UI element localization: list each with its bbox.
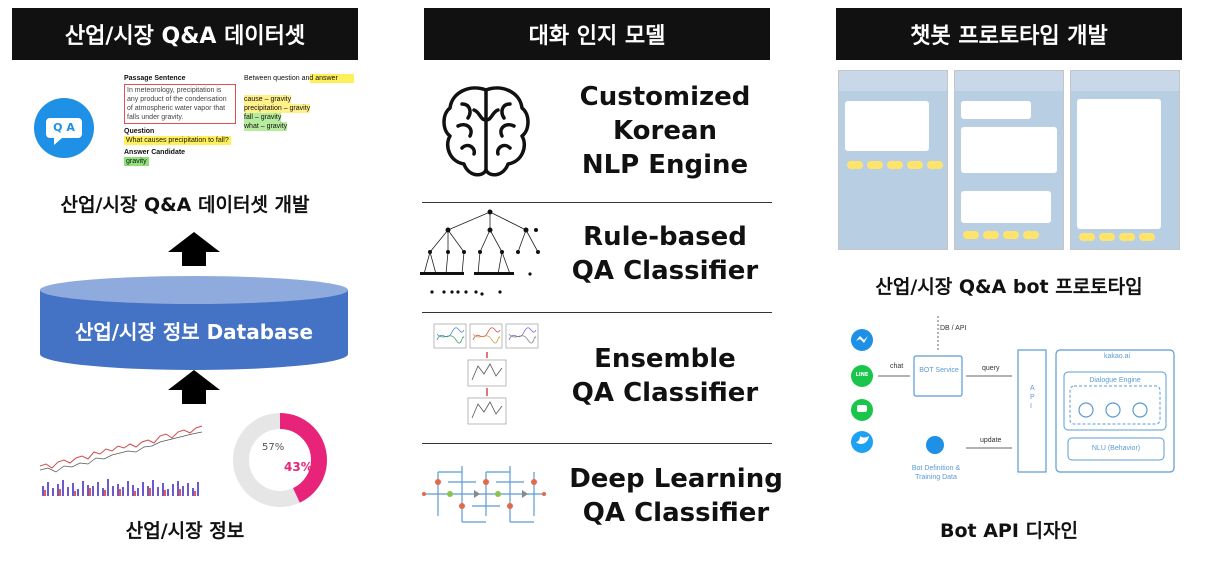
chip (907, 161, 923, 169)
chip (1099, 233, 1115, 241)
model-line: Deep Learning (569, 464, 783, 494)
header-model: 대화 인지 모델 (424, 8, 770, 60)
chip (887, 161, 903, 169)
chat-bubble (961, 101, 1031, 119)
model-line: NLP Engine (581, 150, 749, 180)
chat-label: chat (890, 363, 904, 370)
chip (847, 161, 863, 169)
qa-icon-text: Q A (53, 121, 75, 134)
chip (867, 161, 883, 169)
dialogue-engine-label: Dialogue Engine (1089, 377, 1141, 384)
relation-pair: fall – gravity (244, 113, 282, 122)
model-line: Rule-based (583, 222, 747, 252)
relation-pair: cause – gravity (244, 95, 292, 104)
qa-chat-icon: Q A (34, 98, 94, 158)
header-chatbot-label: 챗봇 프로토타입 개발 (910, 24, 1108, 49)
model-deep-learning: Deep Learning QA Classifier (560, 462, 792, 530)
prototype-caption: 산업/시장 Q&A bot 프로토타입 (875, 276, 1143, 298)
chat-bubble (961, 191, 1051, 223)
info-caption: 산업/시장 정보 (125, 520, 245, 542)
answer-label: Answer Candidate (124, 149, 186, 156)
nlu-label: NLU (Behavior) (1091, 445, 1141, 452)
screen-header (839, 71, 947, 91)
header-chatbot: 챗봇 프로토타입 개발 (836, 8, 1182, 60)
prototype-screen-1 (838, 70, 948, 250)
neural-network-icon (422, 466, 546, 523)
line-icon: LINE (855, 372, 869, 378)
up-arrow-icon (168, 232, 220, 266)
divider (422, 312, 772, 313)
donut-outer-label: 57% (262, 442, 285, 453)
kakao-label: kakao.ai (1103, 353, 1131, 360)
chip (983, 231, 999, 239)
model-line: Korean (612, 116, 718, 146)
update-label: update (980, 437, 1002, 444)
chip (1079, 233, 1095, 241)
brain-icon (442, 86, 530, 177)
query-label: query (982, 365, 1000, 372)
chat-bubble (961, 127, 1057, 173)
prototype-screen-3 (1070, 70, 1180, 250)
relations-bullet: Between question and answer (244, 74, 354, 83)
model-line: QA Classifier (571, 256, 759, 286)
qa-relations: Between question and answer cause – grav… (244, 74, 354, 131)
model-line: Customized (579, 82, 751, 112)
db-api-label: DB / API (940, 325, 967, 332)
relations-list: cause – gravity precipitation – gravity … (244, 95, 354, 131)
decision-tree-icon (420, 209, 540, 296)
divider (422, 443, 772, 444)
question-label: Question (124, 128, 155, 135)
header-dataset-label: 산업/시장 Q&A 데이터셋 (64, 24, 306, 49)
chip (1023, 231, 1039, 239)
qa-example: Passage Sentence In meteorology, precipi… (124, 74, 236, 174)
market-share-donut (233, 413, 327, 507)
bot-definition-label: Bot Definition & Training Data (911, 465, 961, 481)
bot-api-architecture (851, 316, 1175, 473)
model-rule-based: Rule-based QA Classifier (560, 220, 770, 288)
chat-bubble (1077, 99, 1161, 229)
ensemble-icon (433, 323, 539, 425)
passage-text: In meteorology, precipitation is any pro… (124, 84, 236, 124)
chip (1003, 231, 1019, 239)
api-label: A P I (1030, 385, 1035, 410)
model-nlp-engine: Customized Korean NLP Engine (560, 80, 770, 182)
up-arrow-icon (168, 370, 220, 404)
database-label: 산업/시장 정보 Database (74, 320, 314, 344)
model-line: QA Classifier (582, 498, 770, 528)
screen-header (1071, 71, 1179, 91)
bot-service-label: BOT Service (919, 367, 959, 374)
chat-bubble (845, 101, 929, 151)
chip (927, 161, 943, 169)
screen-header (955, 71, 1063, 91)
api-caption: Bot API 디자인 (940, 520, 1078, 542)
model-line: Ensemble (594, 344, 736, 374)
chip (963, 231, 979, 239)
header-dataset: 산업/시장 Q&A 데이터셋 (12, 8, 358, 60)
market-chart-thumbnail (40, 425, 203, 496)
dataset-caption: 산업/시장 Q&A 데이터셋 개발 (60, 194, 310, 216)
answer-text: gravity (124, 157, 149, 166)
divider (422, 202, 772, 203)
relation-pair: precipitation – gravity (244, 104, 311, 113)
chip (1139, 233, 1155, 241)
passage-label: Passage Sentence (124, 75, 186, 82)
model-ensemble: Ensemble QA Classifier (560, 342, 770, 410)
question-text: What causes precipitation to fall? (124, 136, 231, 145)
model-line: QA Classifier (571, 378, 759, 408)
donut-inner-label: 43% (284, 460, 313, 474)
chip (1119, 233, 1135, 241)
header-model-label: 대화 인지 모델 (528, 24, 666, 49)
prototype-screen-2 (954, 70, 1064, 250)
relation-pair: what – gravity (244, 122, 288, 131)
